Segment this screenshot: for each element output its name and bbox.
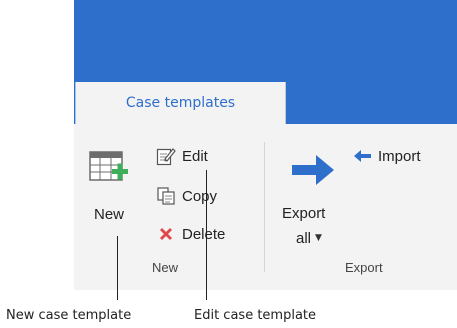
callout-new-case-template: New case template	[6, 308, 132, 323]
delete-icon	[160, 228, 172, 240]
callout-edit-case-template: Edit case template	[194, 308, 317, 323]
group-separator	[264, 142, 265, 272]
callout-line-new	[117, 236, 118, 300]
copy-button[interactable]: Copy	[156, 183, 217, 209]
chevron-down-icon: ▼	[315, 233, 322, 243]
tab-case-templates[interactable]: Case templates	[75, 82, 286, 124]
new-button-label: New	[94, 206, 125, 223]
edit-button[interactable]: Edit	[156, 143, 208, 169]
export-arrow-icon	[292, 155, 334, 185]
new-button[interactable]: New	[88, 144, 134, 236]
ribbon-tab-bar: Case templates	[74, 82, 457, 124]
import-arrow-icon	[354, 150, 371, 162]
edit-icon	[156, 148, 176, 166]
ribbon-panel: New Edit Copy Delete New Export all ▼ Im…	[74, 124, 457, 290]
new-template-icon	[89, 151, 128, 181]
import-button-label: Import	[378, 147, 421, 165]
delete-button[interactable]: Delete	[156, 221, 225, 247]
group-label-new: New	[152, 260, 179, 275]
copy-button-label: Copy	[182, 187, 218, 205]
edit-button-label: Edit	[182, 147, 208, 165]
app-window: Case templates New Edit Copy Delete New …	[74, 0, 457, 290]
export-all-label-line2: all	[296, 230, 312, 247]
import-button[interactable]: Import	[352, 143, 421, 169]
export-all-label-line1: Export	[282, 205, 326, 222]
group-label-export: Export	[345, 260, 383, 275]
tab-label: Case templates	[125, 95, 236, 111]
title-bar	[74, 0, 457, 82]
export-all-button[interactable]: Export all ▼	[282, 146, 344, 256]
delete-button-label: Delete	[182, 225, 226, 243]
copy-icon	[157, 187, 175, 205]
callout-line-edit	[206, 170, 207, 300]
